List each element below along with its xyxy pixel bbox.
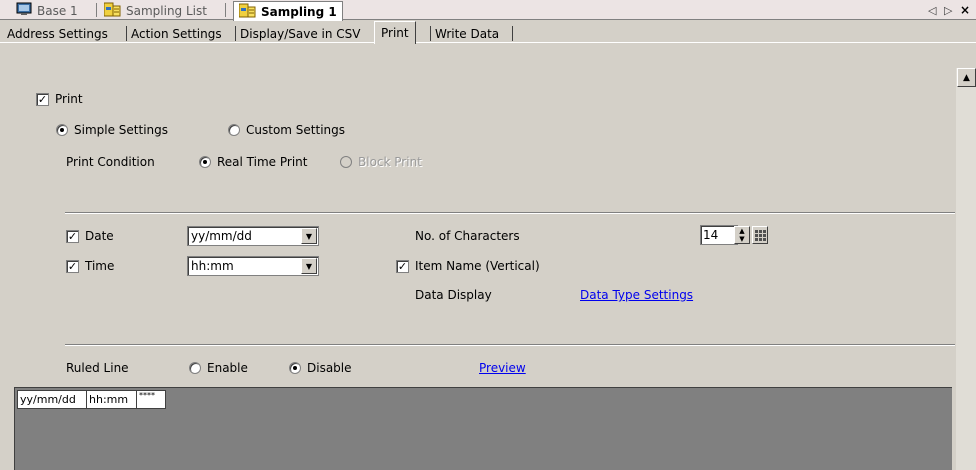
doc-tab-label: Sampling 1 bbox=[261, 4, 337, 19]
doc-tab-base-1[interactable]: Base 1 bbox=[16, 1, 78, 20]
enable-label: Enable bbox=[207, 361, 248, 375]
vertical-scrollbar[interactable]: ▲ bbox=[955, 68, 976, 470]
divider bbox=[65, 212, 955, 214]
no-of-characters-value: 14 bbox=[703, 228, 719, 242]
checkbox-box[interactable]: ✓ bbox=[36, 92, 49, 106]
divider bbox=[65, 344, 955, 346]
disable-label: Disable bbox=[307, 361, 352, 375]
simple-settings-radio[interactable]: Simple Settings bbox=[56, 123, 168, 137]
radio-button[interactable] bbox=[199, 156, 211, 168]
radio-button[interactable] bbox=[228, 124, 240, 136]
custom-settings-label: Custom Settings bbox=[246, 123, 346, 137]
date-format-value: yy/mm/dd bbox=[191, 229, 252, 243]
close-icon[interactable]: × bbox=[960, 3, 972, 17]
date-format-select[interactable]: yy/mm/dd ▼ bbox=[187, 226, 319, 246]
item-name-vertical-label: Item Name (Vertical) bbox=[415, 259, 540, 273]
spin-up-icon[interactable]: ▲ bbox=[739, 227, 744, 235]
tab-address-settings[interactable]: Address Settings bbox=[7, 24, 108, 43]
doc-tab-sampling-1[interactable]: Sampling 1 bbox=[233, 1, 343, 21]
radio-button[interactable] bbox=[189, 362, 201, 374]
print-condition-label: Print Condition bbox=[66, 155, 155, 169]
checkbox-box[interactable]: ✓ bbox=[396, 259, 409, 273]
scroll-up-icon[interactable]: ▲ bbox=[957, 68, 976, 87]
time-label: Time bbox=[85, 259, 115, 273]
radio-button[interactable] bbox=[56, 124, 68, 136]
preview-link[interactable]: Preview bbox=[479, 361, 526, 375]
block-print-label: Block Print bbox=[358, 155, 422, 169]
sampling-list-icon bbox=[103, 2, 121, 20]
item-name-vertical-checkbox[interactable]: ✓ Item Name (Vertical) bbox=[396, 259, 540, 273]
print-checkbox[interactable]: ✓ Print bbox=[36, 92, 83, 106]
scroll-tabs-right-icon[interactable]: ▷ bbox=[944, 4, 954, 17]
custom-settings-radio[interactable]: Custom Settings bbox=[228, 123, 345, 137]
tab-display-save-csv[interactable]: Display/Save in CSV bbox=[240, 24, 361, 43]
tab-write-data[interactable]: Write Data bbox=[435, 24, 499, 43]
print-preview-area: yy/mm/dd hh:mm **** bbox=[14, 387, 952, 470]
keypad-button[interactable] bbox=[752, 226, 768, 244]
date-label: Date bbox=[85, 229, 114, 243]
no-of-characters-label: No. of Characters bbox=[415, 229, 520, 243]
scroll-tabs-left-icon[interactable]: ◁ bbox=[928, 4, 938, 17]
preview-cell-data: **** bbox=[136, 390, 166, 409]
doc-tab-label: Sampling List bbox=[126, 3, 207, 18]
doc-tab-label: Base 1 bbox=[37, 3, 78, 18]
ruled-line-label: Ruled Line bbox=[66, 361, 129, 375]
ruled-line-disable-radio[interactable]: Disable bbox=[289, 361, 352, 375]
real-time-print-label: Real Time Print bbox=[217, 155, 308, 169]
time-format-select[interactable]: hh:mm ▼ bbox=[187, 256, 319, 276]
date-checkbox[interactable]: ✓ Date bbox=[66, 229, 114, 243]
preview-cell-date: yy/mm/dd bbox=[17, 390, 87, 409]
print-label: Print bbox=[55, 92, 83, 106]
radio-button bbox=[340, 156, 352, 168]
ruled-line-enable-radio[interactable]: Enable bbox=[189, 361, 248, 375]
time-checkbox[interactable]: ✓ Time bbox=[66, 259, 114, 273]
block-print-radio: Block Print bbox=[340, 155, 422, 169]
chevron-down-icon[interactable]: ▼ bbox=[301, 258, 317, 274]
real-time-print-radio[interactable]: Real Time Print bbox=[199, 155, 307, 169]
data-display-label: Data Display bbox=[415, 288, 492, 302]
simple-settings-label: Simple Settings bbox=[74, 123, 169, 137]
no-of-characters-spinner[interactable]: ▲ ▼ bbox=[734, 226, 750, 244]
chevron-down-icon[interactable]: ▼ bbox=[301, 228, 317, 244]
document-tab-bar: Base 1 Sampling List Sampling 1 ◁ ▷ × bbox=[0, 0, 976, 21]
radio-button[interactable] bbox=[289, 362, 301, 374]
tab-action-settings[interactable]: Action Settings bbox=[131, 24, 222, 43]
checkbox-box[interactable]: ✓ bbox=[66, 259, 79, 273]
spin-down-icon[interactable]: ▼ bbox=[739, 235, 744, 243]
checkbox-box[interactable]: ✓ bbox=[66, 229, 79, 243]
data-type-settings-link[interactable]: Data Type Settings bbox=[580, 288, 693, 302]
sampling-icon bbox=[238, 3, 256, 21]
doc-tab-navigation: ◁ ▷ × bbox=[928, 3, 972, 17]
preview-cell-time: hh:mm bbox=[86, 390, 137, 409]
time-format-value: hh:mm bbox=[191, 259, 234, 273]
doc-tab-sampling-list[interactable]: Sampling List bbox=[103, 1, 207, 20]
no-of-characters-input[interactable]: 14 bbox=[700, 225, 738, 245]
tab-print[interactable]: Print bbox=[374, 21, 416, 44]
screen-icon bbox=[16, 2, 32, 19]
